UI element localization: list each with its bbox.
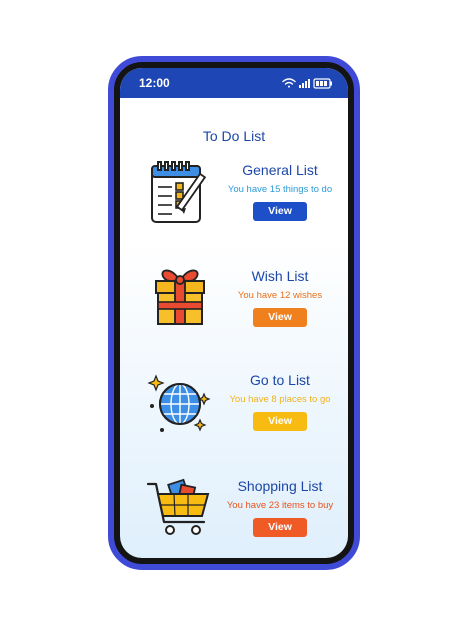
list-card-shopping: Shopping List You have 23 items to buy V… bbox=[120, 474, 348, 558]
list-card-wish: Wish List You have 12 wishes View bbox=[120, 264, 348, 354]
list-title: Go to List bbox=[250, 372, 310, 388]
view-button-wish[interactable]: View bbox=[253, 308, 307, 327]
list-text-shopping: Shopping List You have 23 items to buy V… bbox=[220, 474, 340, 537]
list-text-general: General List You have 15 things to do Vi… bbox=[220, 158, 340, 221]
shopping-cart-icon bbox=[144, 474, 216, 546]
list-title: Shopping List bbox=[237, 478, 323, 494]
list-subtitle: You have 23 items to buy bbox=[226, 500, 334, 511]
gift-icon bbox=[144, 264, 216, 336]
status-time: 12:00 bbox=[139, 76, 170, 90]
list-title: Wish List bbox=[251, 268, 309, 284]
view-button-general[interactable]: View bbox=[253, 202, 307, 221]
list-title: General List bbox=[242, 162, 318, 178]
signal-icon bbox=[299, 79, 310, 88]
list-text-wish: Wish List You have 12 wishes View bbox=[220, 264, 340, 327]
globe-icon bbox=[144, 368, 216, 440]
list-card-general: General List You have 15 things to do Vi… bbox=[120, 158, 348, 248]
status-icons bbox=[282, 76, 334, 94]
list-text-goto: Go to List You have 8 places to go View bbox=[220, 368, 340, 431]
checklist-icon bbox=[144, 158, 216, 230]
list-subtitle: You have 8 places to go bbox=[229, 394, 331, 405]
wifi-icon bbox=[282, 78, 296, 88]
list-subtitle: You have 12 wishes bbox=[237, 290, 323, 301]
list-subtitle: You have 15 things to do bbox=[227, 184, 333, 195]
view-button-goto[interactable]: View bbox=[253, 412, 307, 431]
status-bar: 12:00 bbox=[120, 68, 348, 98]
view-button-shopping[interactable]: View bbox=[253, 518, 307, 537]
battery-icon bbox=[313, 78, 332, 89]
app-screen: 12:00 To Do List General List You have 1… bbox=[120, 68, 348, 558]
page-title: To Do List bbox=[202, 128, 266, 144]
list-card-goto: Go to List You have 8 places to go View bbox=[120, 368, 348, 458]
phone-frame: 12:00 To Do List General List You have 1… bbox=[108, 56, 360, 570]
